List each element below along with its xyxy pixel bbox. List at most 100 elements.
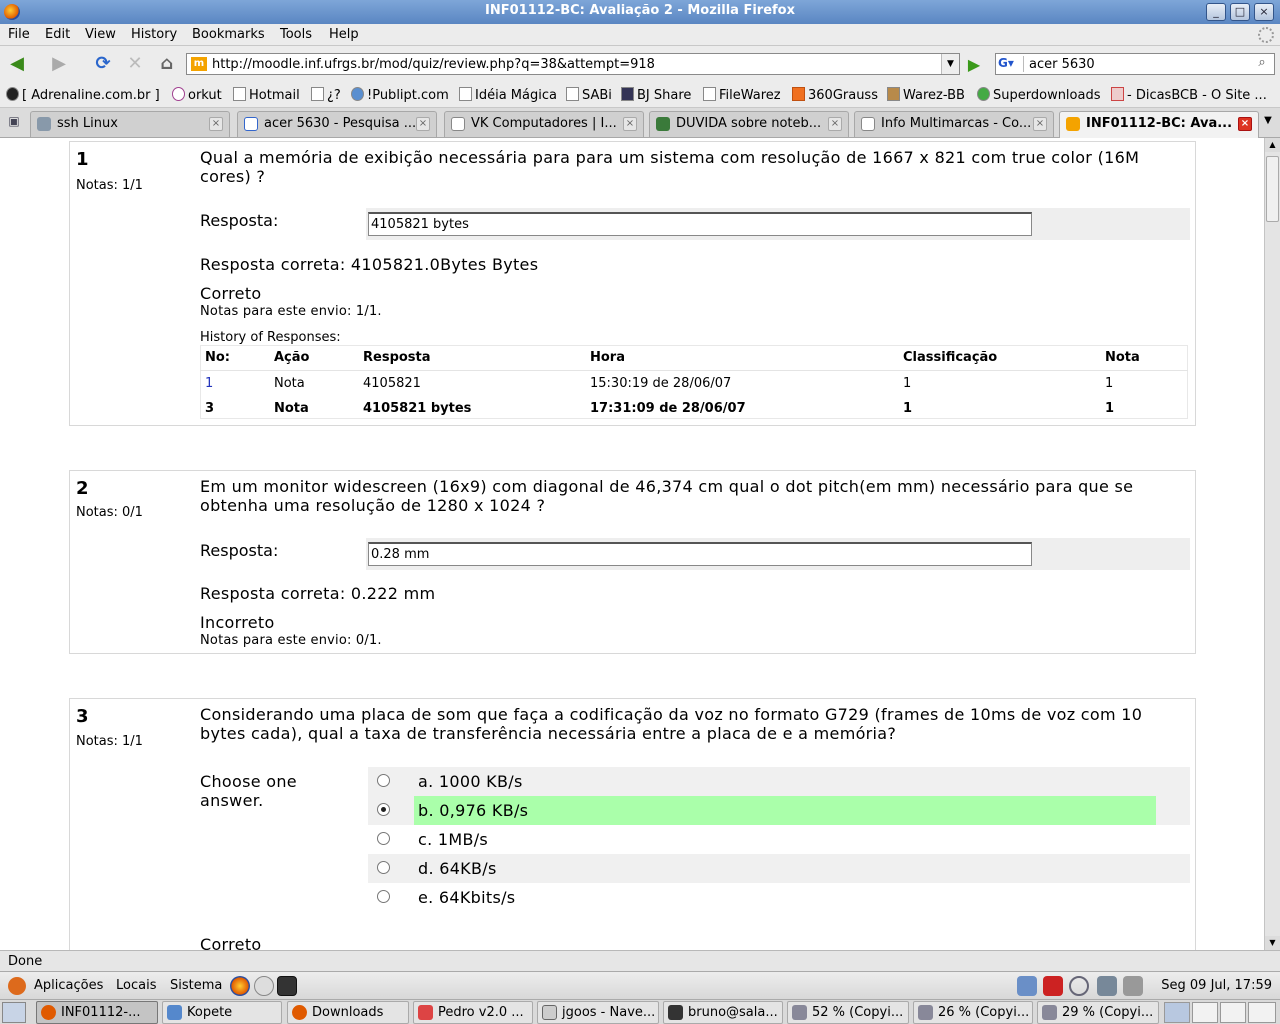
stop-icon[interactable]: ✕ [122, 51, 148, 77]
tab-info-multimarcas[interactable]: Info Multimarcas - Co... × [854, 111, 1054, 137]
menu-edit[interactable]: Edit [45, 27, 70, 42]
bookmark-orkut[interactable]: orkut [172, 87, 222, 103]
menu-file[interactable]: File [8, 27, 30, 42]
radio-option-b-selected[interactable] [377, 803, 390, 816]
bookmark-filewarez[interactable]: FileWarez [703, 87, 781, 103]
tab-vk-computadores[interactable]: VK Computadores | I... × [444, 111, 644, 137]
workspace-1[interactable] [1164, 1002, 1190, 1023]
back-arrow-icon[interactable]: ◀ [4, 51, 30, 77]
menu-view[interactable]: View [85, 27, 116, 42]
maximize-button[interactable]: □ [1230, 3, 1250, 21]
feedback-incorrect: Incorreto [200, 613, 275, 632]
tab-ssh-linux[interactable]: ssh Linux × [30, 111, 230, 137]
minimize-button[interactable]: _ [1206, 3, 1226, 21]
workspace-2[interactable] [1192, 1002, 1218, 1023]
answer-label: Resposta: [200, 211, 279, 230]
tab-google-search[interactable]: acer 5630 - Pesquisa ... × [237, 111, 437, 137]
workspace-4[interactable] [1248, 1002, 1276, 1023]
menu-sistema[interactable]: Sistema [170, 978, 222, 993]
option-c[interactable]: c. 1MB/s [368, 825, 1190, 854]
radio-option-e[interactable] [377, 890, 390, 903]
scroll-thumb[interactable] [1266, 156, 1279, 222]
forward-arrow-icon[interactable]: ▶ [46, 51, 72, 77]
task-copy-52[interactable]: 52 % (Copyi... [787, 1001, 909, 1024]
new-tab-icon[interactable]: ▣ [4, 114, 24, 132]
close-window-button[interactable]: × [1254, 3, 1274, 21]
history-attempt-link[interactable]: 1 [205, 376, 213, 391]
search-bar[interactable]: G▾ acer 5630 ⌕ [995, 53, 1275, 75]
search-tray-icon[interactable] [1069, 976, 1089, 996]
firefox-launcher-icon[interactable] [230, 976, 250, 996]
display-tray-icon[interactable] [1097, 976, 1117, 996]
menu-history[interactable]: History [131, 27, 177, 42]
history-cell[interactable]: 1 [200, 371, 269, 397]
tab-close-icon[interactable]: × [623, 117, 637, 131]
task-copy-26[interactable]: 26 % (Copyi... [913, 1001, 1033, 1024]
vertical-scrollbar[interactable]: ▲ ▼ [1264, 138, 1280, 950]
update-tray-icon[interactable] [1043, 976, 1063, 996]
terminal-launcher-icon[interactable] [277, 976, 297, 996]
tab-inf01112-active[interactable]: INF01112-BC: Ava... × [1059, 111, 1259, 138]
task-firefox[interactable]: INF01112-... [36, 1001, 158, 1024]
task-pedro[interactable]: Pedro v2.0 ... [413, 1001, 533, 1024]
task-jgoos[interactable]: jgoos - Nave... [537, 1001, 659, 1024]
menu-tools[interactable]: Tools [280, 27, 312, 42]
bookmark-dicasbcb[interactable]: - DicasBCB - O Site ... [1111, 87, 1267, 103]
show-desktop-icon[interactable] [2, 1002, 26, 1023]
home-icon[interactable]: ⌂ [154, 51, 180, 77]
tab-close-icon[interactable]: × [209, 117, 223, 131]
menu-bookmarks[interactable]: Bookmarks [192, 27, 265, 42]
url-bar[interactable]: m http://moodle.inf.ufrgs.br/mod/quiz/re… [186, 53, 960, 75]
go-arrow-icon[interactable]: ▶ [964, 55, 984, 75]
option-b[interactable]: b. 0,976 KB/s [368, 796, 1190, 825]
bookmark-ideia-magica[interactable]: Idéia Mágica [459, 87, 557, 103]
bookmark-360grauss[interactable]: 360Grauss [792, 87, 878, 103]
bookmark-hotmail[interactable]: Hotmail [233, 87, 300, 103]
scroll-down-icon[interactable]: ▼ [1265, 936, 1280, 950]
task-terminal[interactable]: bruno@sala... [663, 1001, 783, 1024]
menu-aplicacoes[interactable]: Aplicações [34, 978, 103, 993]
reload-icon[interactable]: ⟳ [90, 51, 116, 77]
scroll-up-icon[interactable]: ▲ [1265, 138, 1280, 152]
radio-option-c[interactable] [377, 832, 390, 845]
tab-close-icon[interactable]: × [416, 117, 430, 131]
tab-duvida-notebook[interactable]: DUVIDA sobre noteb... × [649, 111, 849, 137]
bookmark-warez-bb[interactable]: Warez-BB [887, 87, 965, 103]
task-copy-29[interactable]: 29 % (Copyi... [1037, 1001, 1159, 1024]
bookmark-question[interactable]: ¿? [311, 87, 341, 103]
radio-option-a[interactable] [377, 774, 390, 787]
bookmark-adrenaline[interactable]: [ Adrenaline.com.br ] [6, 87, 160, 103]
bookmark-publipt[interactable]: !Publipt.com [351, 87, 449, 103]
bookmark-superdownloads[interactable]: Superdownloads [977, 87, 1101, 103]
tab-close-icon[interactable]: × [1033, 117, 1047, 131]
answer-field[interactable]: 4105821 bytes [368, 212, 1032, 236]
ubuntu-logo-icon[interactable] [8, 977, 26, 995]
dicasbcb-icon [1111, 87, 1124, 101]
option-d[interactable]: d. 64KB/s [368, 854, 1190, 883]
bookmark-bj-share[interactable]: BJ Share [621, 87, 691, 103]
tab-close-icon[interactable]: × [1238, 117, 1252, 131]
bookmark-sabi[interactable]: SABi [566, 87, 612, 103]
url-text[interactable]: http://moodle.inf.ufrgs.br/mod/quiz/revi… [212, 57, 655, 72]
mail-launcher-icon[interactable] [254, 976, 274, 996]
task-kopete[interactable]: Kopete [162, 1001, 282, 1024]
google-engine-icon[interactable]: G▾ [998, 56, 1024, 72]
search-input[interactable]: acer 5630 [1029, 57, 1095, 72]
volume-tray-icon[interactable] [1123, 976, 1143, 996]
menu-locais[interactable]: Locais [116, 978, 156, 993]
menu-help[interactable]: Help [329, 27, 359, 42]
answer-field[interactable]: 0.28 mm [368, 542, 1032, 566]
option-a[interactable]: a. 1000 KB/s [368, 767, 1190, 796]
network-tray-icon[interactable] [1017, 976, 1037, 996]
history-cell: 3 [205, 401, 215, 416]
tab-close-icon[interactable]: × [828, 117, 842, 131]
url-history-dropdown-icon[interactable]: ▼ [941, 54, 959, 74]
tab-list-dropdown-icon[interactable]: ▼ [1260, 115, 1276, 131]
clock[interactable]: Seg 09 Jul, 17:59 [1161, 978, 1272, 993]
option-e[interactable]: e. 64Kbits/s [368, 883, 1190, 912]
task-downloads[interactable]: Downloads [287, 1001, 409, 1024]
workspace-3[interactable] [1220, 1002, 1246, 1023]
search-icon[interactable]: ⌕ [1252, 55, 1272, 73]
history-col-acao: Ação [269, 345, 358, 371]
radio-option-d[interactable] [377, 861, 390, 874]
